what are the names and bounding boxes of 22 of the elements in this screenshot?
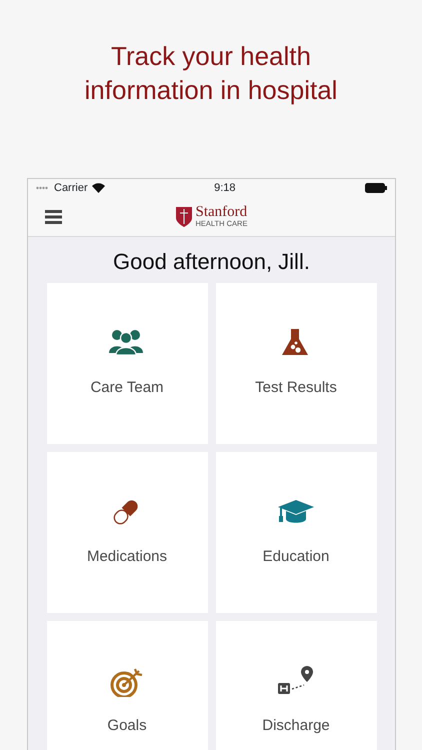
menu-icon[interactable] <box>45 210 62 224</box>
tile-label: Care Team <box>90 378 164 398</box>
menu-tile[interactable]: Care Team <box>46 283 208 444</box>
battery-icon <box>364 183 387 193</box>
tile-label: Test Results <box>255 378 337 398</box>
headline: Track your health information in hospital <box>84 40 338 107</box>
brand-name: Stanford <box>196 205 248 220</box>
greeting: Good afternoon, Jill. <box>112 248 311 276</box>
tile-label: Goals <box>107 716 147 736</box>
tile-label: Medications <box>86 547 168 568</box>
shield-icon <box>176 206 192 226</box>
menu-tile[interactable]: Medications <box>46 452 208 614</box>
carrier-name: Carrier <box>54 180 88 196</box>
menu-tile[interactable]: Goals <box>46 621 208 750</box>
menu-tile[interactable]: Discharge <box>216 621 376 750</box>
menu-tile[interactable]: Education <box>216 452 376 614</box>
tile-label: Discharge <box>262 716 330 736</box>
menu-tile[interactable]: Test Results <box>216 283 376 444</box>
signal-icon <box>36 186 50 190</box>
clock-time: 9:18 <box>214 180 236 196</box>
tile-label: Education <box>262 547 330 568</box>
wifi-icon <box>92 183 105 193</box>
